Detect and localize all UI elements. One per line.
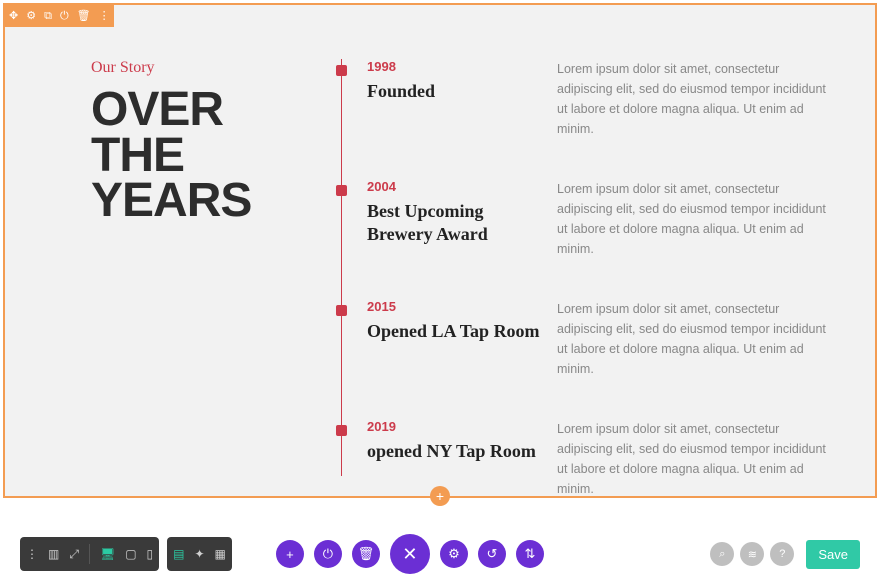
more-icon[interactable]: ⋮ bbox=[99, 11, 110, 22]
timeline-marker-icon bbox=[336, 305, 347, 316]
timeline-desc: Lorem ipsum dolor sit amet, consectetur … bbox=[557, 419, 827, 499]
section-toolbar: ✥ ⚙ ⧉ ⏻ 🗑 ⋮ bbox=[5, 5, 114, 27]
power-icon[interactable]: ⏻ bbox=[60, 11, 69, 22]
heading-column: Our Story OVER THE YEARS bbox=[91, 59, 321, 476]
trash-icon[interactable]: 🗑 bbox=[77, 11, 91, 22]
timeline: 1998 Founded Lorem ipsum dolor sit amet,… bbox=[321, 59, 827, 476]
close-button[interactable]: ✕ bbox=[390, 534, 430, 574]
desktop-icon[interactable]: 🖥 bbox=[100, 547, 115, 561]
gear-icon[interactable]: ⚙ bbox=[26, 11, 36, 22]
tablet-icon[interactable]: ▢ bbox=[125, 547, 136, 561]
timeline-title: opened NY Tap Room bbox=[367, 440, 545, 463]
view-controls-group: ⋮ ▥ ⤢ 🖥 ▢ ▯ bbox=[20, 537, 159, 571]
timeline-year: 1998 bbox=[367, 59, 545, 74]
add-button[interactable]: + bbox=[276, 540, 304, 568]
add-section-button[interactable]: + bbox=[430, 486, 450, 506]
action-buttons-group: + ⏻ 🗑 ✕ ⚙ ↺ ⇅ bbox=[276, 534, 544, 574]
timeline-item: 2019 opened NY Tap Room Lorem ipsum dolo… bbox=[321, 419, 827, 499]
clock-icon: ↺ bbox=[486, 546, 497, 562]
layers-icon[interactable]: ▤ bbox=[173, 547, 184, 561]
page-title: OVER THE YEARS bbox=[91, 87, 301, 224]
duplicate-icon[interactable]: ⧉ bbox=[44, 11, 52, 22]
help-button[interactable]: ? bbox=[770, 542, 794, 566]
timeline-desc: Lorem ipsum dolor sit amet, consectetur … bbox=[557, 59, 827, 139]
layer-controls-group: ▤ ✦ ▦ bbox=[167, 537, 232, 571]
timeline-year: 2015 bbox=[367, 299, 545, 314]
builder-canvas: ✥ ⚙ ⧉ ⏻ 🗑 ⋮ Our Story OVER THE YEARS 199… bbox=[0, 0, 880, 586]
timeline-desc: Lorem ipsum dolor sit amet, consectetur … bbox=[557, 299, 827, 379]
timeline-title: Opened LA Tap Room bbox=[367, 320, 545, 343]
stack-icon: ≋ bbox=[748, 548, 757, 561]
power-icon: ⏻ bbox=[323, 546, 333, 562]
timeline-item: 2004 Best Upcoming Brewery Award Lorem i… bbox=[321, 179, 827, 259]
grid-icon[interactable]: ▦ bbox=[215, 547, 226, 561]
close-icon: ✕ bbox=[402, 544, 417, 565]
timeline-item-head: 2015 Opened LA Tap Room bbox=[367, 299, 557, 379]
sort-icon: ⇅ bbox=[524, 546, 535, 562]
plus-icon: + bbox=[436, 488, 444, 504]
move-icon[interactable]: ✥ bbox=[9, 11, 18, 22]
power-button[interactable]: ⏻ bbox=[314, 540, 342, 568]
gear-icon: ⚙ bbox=[448, 546, 460, 562]
search-icon: ⌕ bbox=[719, 548, 725, 561]
timeline-item-head: 1998 Founded bbox=[367, 59, 557, 139]
builder-bottom-bar: ⋮ ▥ ⤢ 🖥 ▢ ▯ ▤ ✦ ▦ + ⏻ 🗑 ✕ ⚙ ↺ ⇅ ⌕ ≋ ? Sa… bbox=[0, 532, 880, 576]
timeline-desc: Lorem ipsum dolor sit amet, consectetur … bbox=[557, 179, 827, 259]
section-content: Our Story OVER THE YEARS 1998 Founded Lo… bbox=[91, 59, 827, 476]
timeline-item: 2015 Opened LA Tap Room Lorem ipsum dolo… bbox=[321, 299, 827, 379]
timeline-marker-icon bbox=[336, 425, 347, 436]
timeline-marker-icon bbox=[336, 65, 347, 76]
timeline-marker-icon bbox=[336, 185, 347, 196]
timeline-item: 1998 Founded Lorem ipsum dolor sit amet,… bbox=[321, 59, 827, 139]
trash-button[interactable]: 🗑 bbox=[352, 540, 380, 568]
history-button[interactable]: ↺ bbox=[478, 540, 506, 568]
help-icon: ? bbox=[779, 548, 785, 560]
save-button[interactable]: Save bbox=[806, 540, 860, 569]
timeline-title: Best Upcoming Brewery Award bbox=[367, 200, 545, 247]
kicker-text: Our Story bbox=[91, 59, 301, 77]
settings-button[interactable]: ⚙ bbox=[440, 540, 468, 568]
more-icon[interactable]: ⋮ bbox=[26, 547, 38, 561]
timeline-item-head: 2004 Best Upcoming Brewery Award bbox=[367, 179, 557, 259]
stack-button[interactable]: ≋ bbox=[740, 542, 764, 566]
magic-icon[interactable]: ✦ bbox=[194, 547, 204, 561]
right-controls-group: ⌕ ≋ ? Save bbox=[710, 540, 860, 569]
timeline-item-head: 2019 opened NY Tap Room bbox=[367, 419, 557, 499]
plus-icon: + bbox=[286, 547, 294, 562]
timeline-year: 2019 bbox=[367, 419, 545, 434]
phone-icon[interactable]: ▯ bbox=[147, 547, 154, 561]
wireframe-icon[interactable]: ▥ bbox=[48, 547, 59, 561]
sort-button[interactable]: ⇅ bbox=[516, 540, 544, 568]
section-frame[interactable]: ✥ ⚙ ⧉ ⏻ 🗑 ⋮ Our Story OVER THE YEARS 199… bbox=[3, 3, 877, 498]
search-button[interactable]: ⌕ bbox=[710, 542, 734, 566]
separator bbox=[89, 544, 90, 564]
timeline-title: Founded bbox=[367, 80, 545, 103]
trash-icon: 🗑 bbox=[358, 546, 375, 562]
timeline-year: 2004 bbox=[367, 179, 545, 194]
zoom-icon[interactable]: ⤢ bbox=[69, 547, 79, 562]
